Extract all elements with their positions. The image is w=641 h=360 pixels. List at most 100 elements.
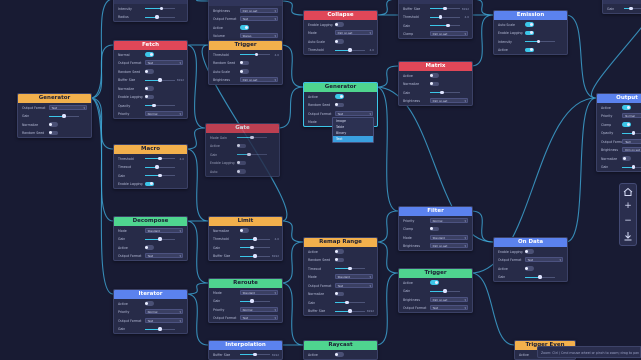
slider-thumb[interactable] bbox=[536, 39, 541, 43]
param-select[interactable]: Text bbox=[622, 138, 641, 144]
slider-thumb[interactable] bbox=[155, 15, 159, 19]
param-toggle[interactable] bbox=[334, 94, 344, 99]
node-title[interactable]: Raycast bbox=[304, 341, 377, 350]
param-select[interactable]: Normal bbox=[239, 306, 278, 313]
param-select[interactable]: Text bbox=[334, 110, 373, 117]
param-slider[interactable] bbox=[144, 156, 175, 160]
param-slider[interactable] bbox=[334, 309, 365, 313]
param-select[interactable]: Normal bbox=[429, 217, 468, 224]
param-select[interactable]: Normal bbox=[144, 309, 183, 315]
param-select[interactable]: Dim on set bbox=[622, 147, 641, 152]
param-slider[interactable] bbox=[429, 289, 460, 293]
slider-thumb[interactable] bbox=[438, 15, 443, 19]
param-slider[interactable] bbox=[524, 39, 555, 43]
param-toggle[interactable] bbox=[622, 156, 632, 161]
param-toggle[interactable] bbox=[429, 226, 439, 231]
param-select[interactable]: Text bbox=[144, 317, 183, 324]
slider-thumb[interactable] bbox=[443, 289, 447, 293]
param-toggle[interactable] bbox=[622, 105, 632, 110]
param-select[interactable]: Dim on set bbox=[429, 243, 468, 249]
node-remap-range[interactable]: Remap Range Active Random Seed Timeout Mode S… bbox=[303, 237, 378, 316]
node-title[interactable]: Emission bbox=[494, 11, 567, 20]
param-toggle[interactable] bbox=[236, 143, 246, 148]
param-select[interactable]: Dim on set bbox=[429, 296, 468, 303]
slider-thumb[interactable] bbox=[253, 254, 257, 258]
node-title[interactable]: Filter bbox=[399, 207, 472, 216]
node-decompose[interactable]: Decompose Mode Standard Gain Active Output Fo… bbox=[113, 216, 188, 261]
slider-thumb[interactable] bbox=[253, 237, 257, 241]
slider-thumb[interactable] bbox=[254, 52, 259, 56]
node-filter[interactable]: FilterPriorityNormalClampModeStandardBri… bbox=[398, 206, 473, 251]
param-slider[interactable] bbox=[239, 299, 270, 303]
param-select[interactable]: Standard bbox=[239, 289, 278, 296]
output-format-dropdown[interactable]: Image Table Binary Text bbox=[332, 117, 374, 143]
param-select[interactable]: Text bbox=[334, 282, 373, 289]
param-toggle[interactable] bbox=[48, 130, 58, 135]
param-toggle[interactable] bbox=[144, 245, 154, 250]
param-slider[interactable] bbox=[334, 266, 365, 270]
param-toggle[interactable] bbox=[429, 280, 439, 285]
home-icon[interactable] bbox=[622, 186, 634, 198]
slider-thumb[interactable] bbox=[155, 165, 159, 169]
slider-thumb[interactable] bbox=[158, 156, 162, 160]
node-fetch[interactable]: Fetch Normal Output FormatTextRandom Seed B… bbox=[113, 40, 188, 119]
node-title[interactable]: Remap Range bbox=[304, 238, 377, 247]
slider-thumb[interactable] bbox=[440, 90, 444, 94]
param-toggle[interactable] bbox=[239, 69, 249, 74]
param-toggle[interactable] bbox=[622, 122, 632, 127]
node-title[interactable]: Fetch bbox=[114, 41, 187, 50]
node-on-data[interactable]: On DataEnable LoggingOutput FormatTextAc… bbox=[493, 237, 568, 282]
slider-thumb[interactable] bbox=[538, 275, 542, 279]
param-slider[interactable] bbox=[429, 15, 460, 19]
node-title[interactable]: Iterator bbox=[114, 290, 187, 299]
node-output[interactable]: Output Active Priority Normal Clamp Opacity Ou… bbox=[596, 93, 641, 172]
node-collapse[interactable]: Collapse Enable Logging Mode Dim on set Auto… bbox=[303, 10, 378, 55]
slider-thumb[interactable] bbox=[631, 165, 636, 169]
node-title[interactable]: Reroute bbox=[209, 279, 282, 288]
param-slider[interactable] bbox=[144, 6, 175, 10]
param-select[interactable]: Normal bbox=[144, 111, 183, 117]
param-select[interactable]: Dim on set bbox=[429, 98, 468, 104]
node-title[interactable]: Gate bbox=[206, 124, 279, 133]
param-slider[interactable] bbox=[144, 327, 175, 331]
param-toggle[interactable] bbox=[334, 22, 344, 27]
param-slider[interactable] bbox=[334, 300, 365, 304]
param-toggle[interactable] bbox=[429, 81, 439, 86]
param-toggle[interactable] bbox=[334, 102, 344, 107]
node-title[interactable]: Output bbox=[597, 94, 641, 103]
param-toggle[interactable] bbox=[239, 25, 249, 30]
slider-thumb[interactable] bbox=[345, 300, 349, 304]
node-title[interactable]: Interpolation bbox=[209, 341, 282, 350]
param-toggle[interactable] bbox=[236, 169, 246, 174]
slider-thumb[interactable] bbox=[158, 237, 162, 241]
param-toggle[interactable] bbox=[144, 86, 154, 91]
param-toggle[interactable] bbox=[334, 39, 344, 44]
slider-thumb[interactable] bbox=[443, 6, 447, 10]
param-slider[interactable] bbox=[239, 352, 270, 356]
slider-thumb[interactable] bbox=[253, 352, 257, 356]
param-slider[interactable] bbox=[429, 23, 460, 27]
param-slider[interactable] bbox=[622, 131, 641, 135]
param-select[interactable]: Stereo bbox=[239, 33, 278, 39]
param-slider[interactable] bbox=[624, 6, 641, 10]
slider-thumb[interactable] bbox=[631, 131, 636, 135]
download-icon[interactable] bbox=[622, 230, 634, 242]
param-toggle[interactable] bbox=[334, 291, 344, 296]
param-select[interactable]: Dim on set bbox=[239, 77, 278, 83]
node-reroute[interactable]: Reroute Mode Standard Gain Priority NormalOut… bbox=[208, 278, 283, 323]
param-toggle[interactable] bbox=[239, 228, 249, 233]
param-select[interactable]: Text bbox=[429, 305, 468, 311]
node-trigger-top[interactable]: Trigger Threshold 4.0 Random Seed Auto Scale… bbox=[208, 40, 283, 85]
param-select[interactable]: Text bbox=[144, 60, 183, 66]
param-select[interactable]: Dim on set bbox=[239, 7, 278, 14]
param-select[interactable]: Standard bbox=[144, 227, 183, 234]
param-toggle[interactable] bbox=[334, 249, 344, 254]
node-gate[interactable]: Gate Mode Gain Active Gain Enable Logging Aut… bbox=[205, 123, 280, 177]
zoom-out-button[interactable]: − bbox=[622, 215, 634, 227]
param-slider[interactable] bbox=[144, 78, 175, 82]
slider-thumb[interactable] bbox=[446, 23, 450, 27]
param-toggle[interactable] bbox=[144, 69, 154, 74]
node-top-b[interactable]: BrightnessDim on setOutput FormatTextAct… bbox=[208, 0, 283, 41]
node-macro[interactable]: Macro Threshold 4.0 Timeout Gain Enable Loggi… bbox=[113, 144, 188, 189]
param-toggle[interactable] bbox=[524, 30, 534, 35]
